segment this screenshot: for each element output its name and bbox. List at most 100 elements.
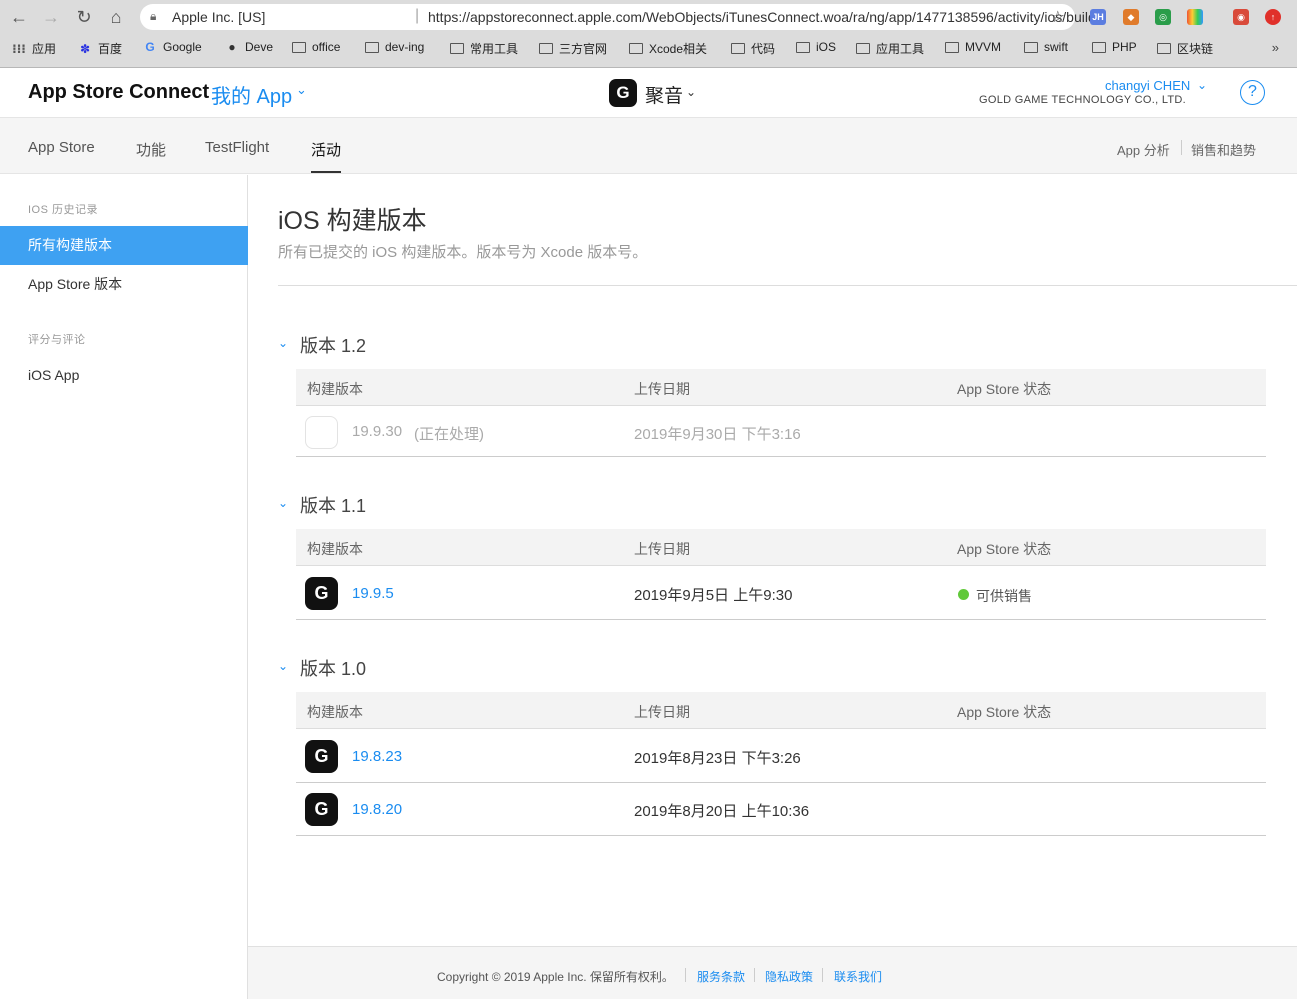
extension-upload-icon[interactable]: ↑ xyxy=(1265,9,1281,25)
sidebar-item-ios-app[interactable]: iOS App xyxy=(0,356,248,395)
bookmark-third-party[interactable]: 三方官网 xyxy=(539,40,607,57)
folder-icon xyxy=(856,43,870,54)
help-icon[interactable]: ? xyxy=(1240,80,1265,105)
browser-chrome: ← → ↻ ⌂ 🔒︎ Apple Inc. [US] | https://app… xyxy=(0,0,1297,68)
table-header: 构建版本 上传日期 App Store 状态 xyxy=(296,529,1266,566)
bookmark-ios[interactable]: iOS xyxy=(796,40,836,54)
forward-icon[interactable]: → xyxy=(40,6,62,28)
baidu-icon: ✽ xyxy=(79,41,91,56)
status-available-icon xyxy=(958,589,969,600)
contact-link[interactable]: 联系我们 xyxy=(834,968,882,985)
bookmark-swift[interactable]: swift xyxy=(1024,40,1068,54)
bookmark-code[interactable]: 代码 xyxy=(731,40,775,57)
app-analytics-link[interactable]: App 分析 xyxy=(1117,140,1170,159)
table-row: G 19.8.20 2019年8月20日 上午10:36 xyxy=(296,783,1266,836)
copyright: Copyright © 2019 Apple Inc. 保留所有权利。 xyxy=(437,970,674,984)
chevron-down-icon[interactable]: ⌄ xyxy=(278,496,288,510)
build-link[interactable]: 19.8.20 xyxy=(352,801,402,818)
page-subtitle: 所有已提交的 iOS 构建版本。版本号为 Xcode 版本号。 xyxy=(278,244,648,261)
upload-date: 2019年8月20日 上午10:36 xyxy=(634,803,810,820)
version-title[interactable]: 版本 1.2 xyxy=(300,332,366,358)
bookmark-apps[interactable]: ⁝⁝⁝ 应用 xyxy=(12,40,56,57)
bookmark-star-icon[interactable]: ☆ xyxy=(1051,7,1065,27)
app-logo-icon: G xyxy=(305,793,338,826)
extension-fox-icon[interactable]: ◆ xyxy=(1123,9,1139,25)
chevron-down-icon[interactable]: ⌄ xyxy=(278,336,288,350)
reload-icon[interactable]: ↻ xyxy=(73,6,95,28)
bookmark-app-tools[interactable]: 应用工具 xyxy=(856,40,924,57)
bookmark-office[interactable]: office xyxy=(292,40,340,54)
app-logo-icon: G xyxy=(305,740,338,773)
extension-jh-icon[interactable]: JH xyxy=(1090,9,1106,25)
apps-grid-icon: ⁝⁝⁝ xyxy=(12,41,26,56)
brand-title[interactable]: App Store Connect xyxy=(28,81,209,104)
url-text[interactable]: https://appstoreconnect.apple.com/WebObj… xyxy=(428,9,1103,25)
tab-app-store[interactable]: App Store xyxy=(28,139,95,156)
sales-trends-link[interactable]: 销售和趋势 xyxy=(1191,140,1256,159)
bookmark-dev-ing[interactable]: dev-ing xyxy=(365,40,424,54)
build-link[interactable]: 19.9.5 xyxy=(352,585,394,602)
sidebar-section-ratings: 评分与评论 xyxy=(28,334,86,346)
build-number: 19.9.30 xyxy=(352,423,403,440)
back-icon[interactable]: ← xyxy=(8,6,30,28)
column-build: 构建版本 xyxy=(307,381,363,397)
terms-link[interactable]: 服务条款 xyxy=(697,968,745,985)
app-logo-icon: G xyxy=(305,577,338,610)
sidebar: IOS 历史记录 所有构建版本 App Store 版本 评分与评论 iOS A… xyxy=(0,175,248,999)
extension-chrome-icon[interactable]: ◎ xyxy=(1155,9,1171,25)
table-header: 构建版本 上传日期 App Store 状态 xyxy=(296,692,1266,729)
bookmarks-bar: ⁝⁝⁝ 应用 ✽ 百度 G Google ● Deve office dev-ing 常… xyxy=(0,36,1297,62)
folder-icon xyxy=(1024,41,1038,53)
home-icon[interactable]: ⌂ xyxy=(105,6,127,28)
chevron-down-icon[interactable]: ⌄ xyxy=(278,659,288,673)
extension-colorful-icon[interactable] xyxy=(1187,9,1203,25)
app-header: App Store Connect 我的 App ⌄ G 聚音 ⌄ changy… xyxy=(0,68,1297,118)
upload-date: 2019年8月23日 下午3:26 xyxy=(634,750,801,767)
folder-icon xyxy=(731,43,745,54)
chevron-down-icon[interactable]: ⌄ xyxy=(1197,78,1207,92)
user-name[interactable]: changyi CHEN xyxy=(1105,78,1190,93)
tab-testflight[interactable]: TestFlight xyxy=(205,139,269,156)
bookmark-baidu[interactable]: ✽ 百度 xyxy=(78,40,122,57)
build-link[interactable]: 19.8.23 xyxy=(352,748,402,765)
bookmark-mvvm[interactable]: MVVM xyxy=(945,40,1001,54)
bookmark-xcode[interactable]: Xcode相关 xyxy=(629,40,707,57)
processing-status: (正在处理) xyxy=(414,426,484,443)
column-upload-date: 上传日期 xyxy=(634,704,690,720)
version-title[interactable]: 版本 1.1 xyxy=(300,492,366,518)
chevron-down-icon[interactable]: ⌄ xyxy=(686,85,696,99)
chevron-down-icon[interactable]: ⌄ xyxy=(296,82,307,98)
bookmark-deve[interactable]: ● Deve xyxy=(225,40,273,54)
bookmark-blockchain[interactable]: 区块链 xyxy=(1157,40,1213,57)
folder-icon xyxy=(945,41,959,53)
page-title: iOS 构建版本 xyxy=(278,207,427,235)
column-app-store-status: App Store 状态 xyxy=(957,704,1052,720)
divider xyxy=(754,968,755,982)
bookmarks-more-icon[interactable]: » xyxy=(1272,40,1279,55)
company-name: GOLD GAME TECHNOLOGY CO., LTD. xyxy=(979,94,1187,106)
divider xyxy=(822,968,823,982)
processing-placeholder-icon xyxy=(305,416,338,449)
my-apps-link[interactable]: 我的 App xyxy=(211,80,292,109)
version-title[interactable]: 版本 1.0 xyxy=(300,655,366,681)
sidebar-item-app-store-versions[interactable]: App Store 版本 xyxy=(0,265,248,304)
divider xyxy=(1181,140,1182,155)
tab-features[interactable]: 功能 xyxy=(136,139,166,160)
url-organization: Apple Inc. [US] xyxy=(172,9,266,25)
extension-shield-icon[interactable]: ◉ xyxy=(1233,9,1249,25)
bookmark-php[interactable]: PHP xyxy=(1092,40,1137,54)
column-upload-date: 上传日期 xyxy=(634,381,690,397)
folder-icon xyxy=(365,41,379,53)
column-upload-date: 上传日期 xyxy=(634,541,690,557)
column-build: 构建版本 xyxy=(307,704,363,720)
active-tab-indicator xyxy=(311,171,341,173)
address-bar[interactable]: 🔒︎ Apple Inc. [US] | https://appstorecon… xyxy=(140,4,1103,30)
column-app-store-status: App Store 状态 xyxy=(957,541,1052,557)
sidebar-item-all-builds[interactable]: 所有构建版本 xyxy=(0,226,248,265)
bookmark-google[interactable]: G Google xyxy=(143,40,201,54)
tab-activity[interactable]: 活动 xyxy=(311,139,341,160)
table-row: 19.9.30 (正在处理) 2019年9月30日 下午3:16 xyxy=(296,407,1266,457)
bookmark-tools[interactable]: 常用工具 xyxy=(450,40,518,57)
privacy-link[interactable]: 隐私政策 xyxy=(765,968,813,985)
app-name-dropdown[interactable]: 聚音 xyxy=(645,81,683,108)
